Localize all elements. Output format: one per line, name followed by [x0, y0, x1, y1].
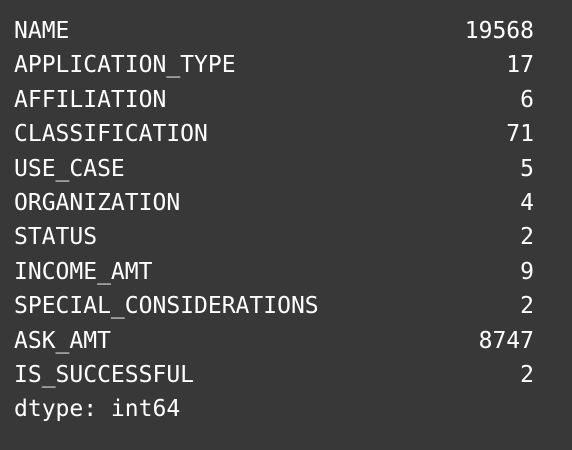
row-label: AFFILIATION [14, 86, 167, 113]
series-row: ASK_AMT 8747 [0, 324, 572, 358]
series-row: STATUS 2 [0, 220, 572, 254]
cell-output-panel: NAME 19568 APPLICATION_TYPE 17 AFFILIATI… [0, 0, 572, 450]
series-row: NAME 19568 [0, 14, 572, 48]
row-value: 2 [520, 361, 534, 388]
row-value: 71 [506, 121, 534, 148]
series-row: AFFILIATION 6 [0, 83, 572, 117]
dtype-footer: dtype: int64 [14, 396, 181, 423]
row-value: 2 [520, 224, 534, 251]
series-row: APPLICATION_TYPE 17 [0, 48, 572, 82]
row-value: 5 [520, 155, 534, 182]
row-label: ASK_AMT [14, 327, 111, 354]
series-row: CLASSIFICATION 71 [0, 117, 572, 151]
row-label: CLASSIFICATION [14, 121, 208, 148]
row-label: INCOME_AMT [14, 258, 153, 285]
row-value: 9 [520, 258, 534, 285]
row-value: 4 [520, 189, 534, 216]
series-row: INCOME_AMT 9 [0, 255, 572, 289]
row-label: NAME [14, 18, 70, 44]
row-label: USE_CASE [14, 155, 125, 182]
row-label: APPLICATION_TYPE [14, 52, 236, 79]
row-value: 19568 [464, 18, 534, 44]
row-label: SPECIAL_CONSIDERATIONS [14, 293, 319, 320]
row-value: 6 [520, 86, 534, 113]
row-label: IS_SUCCESSFUL [14, 361, 195, 388]
row-value: 2 [520, 293, 534, 320]
row-value: 8747 [478, 327, 534, 354]
series-row: USE_CASE 5 [0, 152, 572, 186]
row-value: 17 [506, 52, 534, 79]
row-label: ORGANIZATION [14, 189, 181, 216]
series-row: SPECIAL_CONSIDERATIONS 2 [0, 289, 572, 323]
series-row: ORGANIZATION 4 [0, 186, 572, 220]
row-label: STATUS [14, 224, 98, 251]
series-row: IS_SUCCESSFUL 2 [0, 358, 572, 392]
